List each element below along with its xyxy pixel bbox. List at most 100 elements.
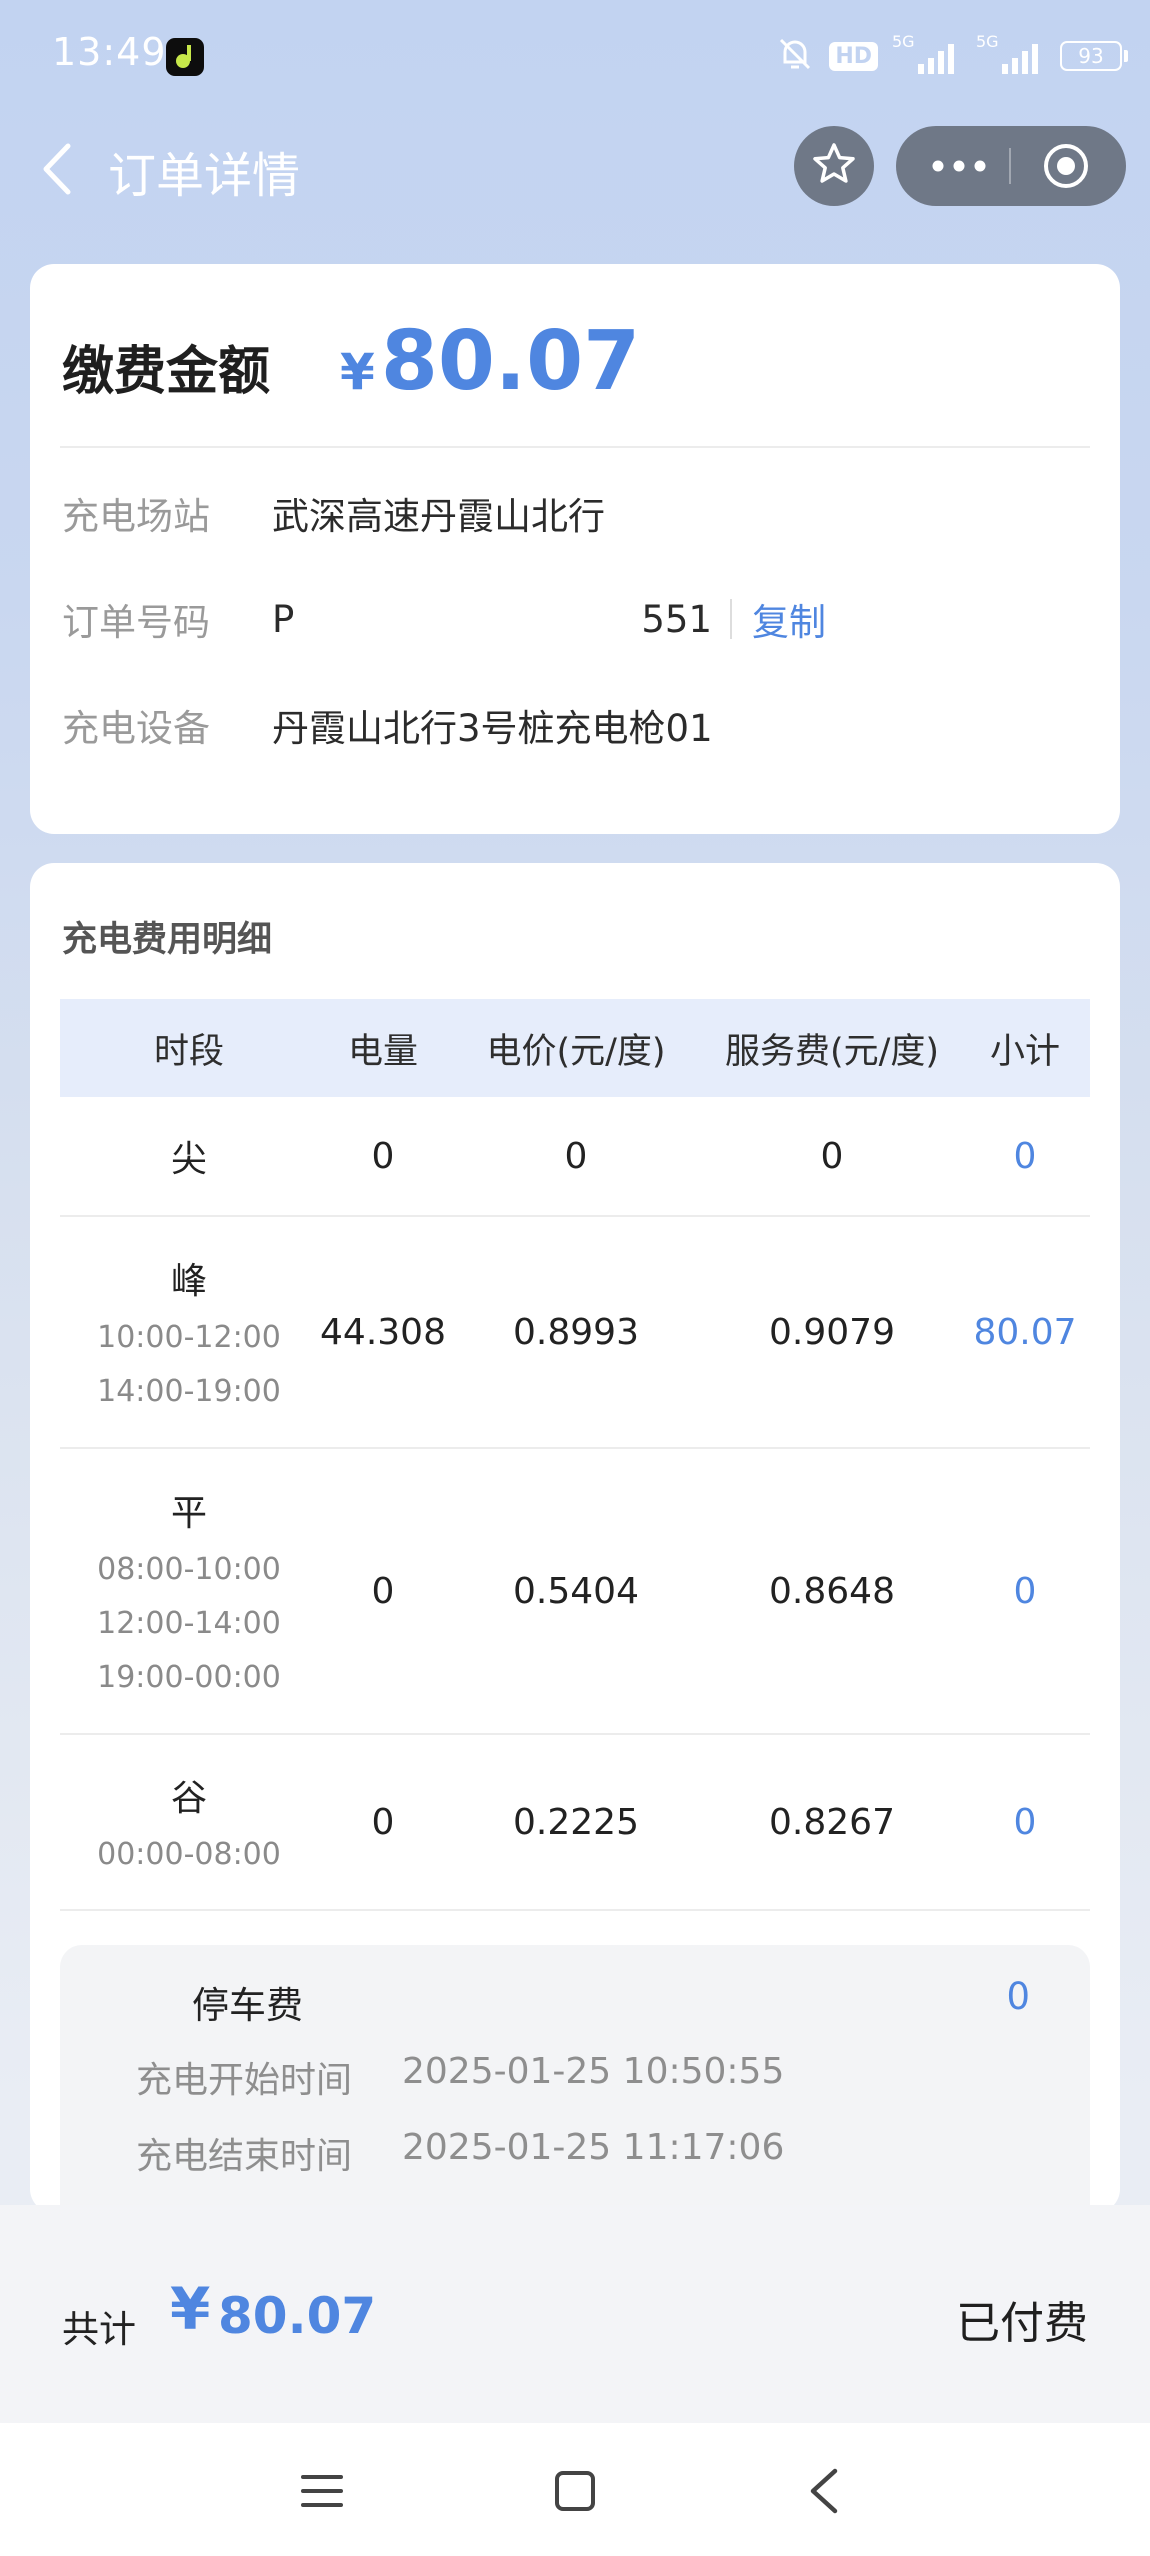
- parking-label: 停车费: [192, 1984, 303, 2027]
- order-number-end: 551: [641, 597, 712, 641]
- price-cell: 0: [564, 1135, 588, 1177]
- fee-detail-card: 充电费用明细 时段 电量 电价(元/度) 服务费(元/度) 小计 尖 0 0 0…: [30, 863, 1120, 2213]
- menu-icon[interactable]: [292, 2463, 352, 2519]
- subtotal-cell: 0: [1013, 1135, 1037, 1177]
- favorite-button[interactable]: [794, 126, 874, 206]
- more-dots-icon[interactable]: [930, 156, 988, 176]
- service-cell: 0.9079: [769, 1311, 895, 1353]
- target-icon[interactable]: [1042, 142, 1090, 190]
- energy-cell: 0: [371, 1135, 395, 1177]
- system-nav-bar: [0, 2423, 1150, 2556]
- divider: [60, 446, 1090, 448]
- period-name: 谷: [170, 1778, 207, 1819]
- subtotal-cell: 0: [1013, 1801, 1037, 1843]
- amount-value: 80.07: [380, 314, 641, 409]
- total-value: 80.07: [218, 2287, 377, 2345]
- price-cell: 0.5404: [513, 1570, 639, 1612]
- bell-muted-icon: [775, 34, 815, 78]
- period-range: 10:00-12:00 14:00-19:00: [60, 1318, 318, 1412]
- parking-section: 停车费 0 充电开始时间 2025-01-25 10:50:55 充电结束时间 …: [60, 1945, 1090, 2213]
- subtotal-cell: 80.07: [973, 1311, 1077, 1353]
- end-time-row: 充电结束时间 2025-01-25 11:17:06: [136, 2127, 784, 2179]
- home-square-icon[interactable]: [545, 2463, 605, 2519]
- service-cell: 0: [820, 1135, 844, 1177]
- time-range: 12:00-14:00: [97, 1606, 281, 1641]
- period-name: 尖: [170, 1139, 207, 1180]
- header-service: 服务费(元/度): [724, 1031, 940, 1072]
- status-time: 13:49: [52, 30, 167, 74]
- time-range: 10:00-12:00: [97, 1320, 281, 1355]
- end-time-value: 2025-01-25 11:17:06: [402, 2127, 785, 2168]
- energy-cell: 0: [371, 1801, 395, 1843]
- mini-program-capsule: [896, 126, 1126, 206]
- price-cell: 0.8993: [513, 1311, 639, 1353]
- time-range: 14:00-19:00: [97, 1374, 281, 1409]
- amount-currency: ¥: [340, 343, 375, 401]
- time-range: 08:00-10:00: [97, 1552, 281, 1587]
- copy-button[interactable]: 复制: [752, 592, 826, 646]
- period-name: 峰: [170, 1261, 207, 1302]
- fee-table: 时段 电量 电价(元/度) 服务费(元/度) 小计 尖 0 0 0 0 峰 10…: [60, 999, 1090, 1911]
- table-row: 平 08:00-10:00 12:00-14:00 19:00-00:00 0 …: [60, 1449, 1090, 1735]
- device-label: 充电设备: [62, 707, 210, 750]
- order-summary-card: 缴费金额 ¥ 80.07 充电场站 武深高速丹霞山北行 订单号码 P 551 复…: [30, 264, 1120, 834]
- period-cell: 峰 10:00-12:00 14:00-19:00: [60, 1252, 318, 1412]
- period-range: 08:00-10:00 12:00-14:00 19:00-00:00: [60, 1550, 318, 1698]
- order-number-label: 订单号码: [62, 601, 210, 644]
- table-row: 峰 10:00-12:00 14:00-19:00 44.308 0.8993 …: [60, 1217, 1090, 1449]
- table-row: 谷 00:00-08:00 0 0.2225 0.8267 0: [60, 1735, 1090, 1911]
- start-time-label: 充电开始时间: [136, 2060, 353, 2101]
- header-price: 电价(元/度): [486, 1031, 666, 1072]
- parking-value: 0: [1006, 1975, 1030, 2018]
- service-cell: 0.8267: [769, 1801, 895, 1843]
- energy-cell: 44.308: [320, 1311, 446, 1353]
- period-cell: 尖: [60, 1130, 318, 1182]
- header-subtotal: 小计: [989, 1031, 1060, 1072]
- table-row: 尖 0 0 0 0: [60, 1097, 1090, 1217]
- battery-level: 93: [1060, 41, 1122, 71]
- star-icon: [811, 141, 857, 191]
- header-energy: 电量: [347, 1031, 418, 1072]
- status-bar: 13:49 HD 5G 5G 93: [0, 0, 1150, 112]
- amount-row: 缴费金额 ¥ 80.07: [62, 314, 640, 409]
- period-range: 00:00-08:00: [60, 1835, 318, 1875]
- total-currency: ¥: [170, 2275, 211, 2343]
- status-icons: HD 5G 5G 93: [775, 32, 1128, 78]
- table-header: 时段 电量 电价(元/度) 服务费(元/度) 小计: [60, 999, 1090, 1097]
- period-cell: 谷 00:00-08:00: [60, 1769, 318, 1875]
- total-label: 共计: [62, 2308, 136, 2351]
- price-cell: 0.2225: [513, 1801, 639, 1843]
- order-number-row: 订单号码 P 551 复制: [62, 592, 826, 646]
- page-title: 订单详情: [108, 148, 301, 204]
- device-row: 充电设备 丹霞山北行3号桩充电枪01: [62, 698, 713, 752]
- device-value: 丹霞山北行3号桩充电枪01: [272, 707, 713, 750]
- copy-divider: [730, 599, 732, 639]
- service-cell: 0.8648: [769, 1570, 895, 1612]
- time-range: 00:00-08:00: [97, 1837, 281, 1872]
- fee-detail-title: 充电费用明细: [62, 920, 273, 960]
- energy-cell: 0: [371, 1570, 395, 1612]
- amount-label: 缴费金额: [62, 342, 271, 402]
- station-row: 充电场站 武深高速丹霞山北行: [62, 486, 605, 540]
- signal-icon: 5G: [892, 32, 962, 74]
- end-time-label: 充电结束时间: [136, 2136, 353, 2177]
- start-time-value: 2025-01-25 10:50:55: [402, 2051, 785, 2092]
- period-name: 平: [170, 1493, 207, 1534]
- hd-badge: HD: [829, 41, 878, 71]
- capsule-divider: [1009, 148, 1011, 184]
- station-label: 充电场站: [62, 495, 210, 538]
- signal-icon: 5G: [976, 32, 1046, 74]
- back-chevron-icon[interactable]: [34, 140, 86, 198]
- nav-bar: 订单详情: [0, 112, 1150, 220]
- order-number-value: P 551: [272, 598, 712, 641]
- back-triangle-icon[interactable]: [795, 2463, 855, 2519]
- period-cell: 平 08:00-10:00 12:00-14:00 19:00-00:00: [60, 1484, 318, 1698]
- payment-status: 已付费: [956, 2298, 1088, 2349]
- bottom-total-bar: 共计 ¥ 80.07 已付费: [0, 2205, 1150, 2423]
- header-period: 时段: [153, 1031, 224, 1072]
- station-value: 武深高速丹霞山北行: [272, 495, 605, 538]
- order-number-start: P: [272, 597, 295, 641]
- subtotal-cell: 0: [1013, 1570, 1037, 1612]
- battery-icon: 93: [1060, 41, 1128, 71]
- time-range: 19:00-00:00: [97, 1660, 281, 1695]
